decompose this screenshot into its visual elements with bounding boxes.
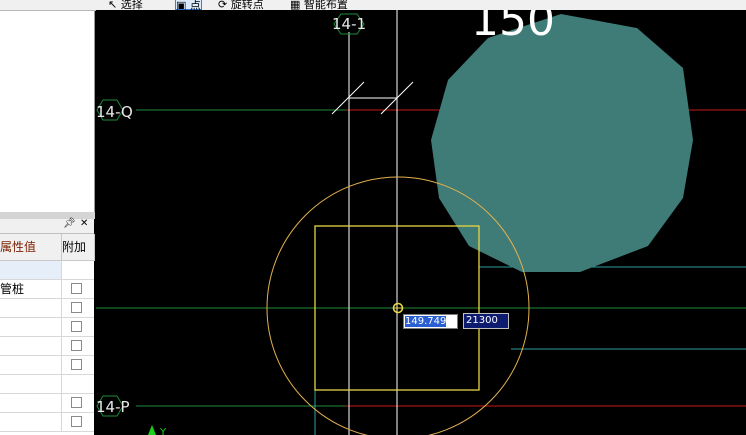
axis-label: 14-1 [332,15,366,33]
property-value[interactable] [0,337,62,355]
property-value[interactable] [0,299,62,317]
table-row[interactable] [0,413,94,432]
column-header-value: 属性值 [0,234,62,261]
axis-label: 14-P [96,398,130,416]
component-list-pane [0,10,95,212]
attach-checkbox[interactable] [71,302,82,313]
attach-checkbox[interactable] [71,283,82,294]
drawing-canvas[interactable]: 150 14-1 14-Q 14-P Y 149.749 21300 [96,10,746,435]
property-panel-header: 📌︎ ✕ [0,218,94,234]
pile-size-label-white: 150 [471,10,555,46]
property-value[interactable] [0,375,62,393]
table-row[interactable] [0,337,94,356]
svg-text:Y: Y [159,427,167,435]
property-value[interactable] [0,394,62,412]
close-icon[interactable]: ✕ [80,218,88,229]
dimension-input-length-value[interactable]: 149.749 [405,316,447,327]
pile-shape[interactable] [431,14,693,272]
axis-label: 14-Q [96,103,133,121]
cad-drawing[interactable]: 150 14-1 14-Q 14-P Y [96,10,746,435]
point-tool[interactable]: ▣ 点 [175,0,202,10]
table-row[interactable] [0,318,94,337]
table-row[interactable] [0,356,94,375]
attach-checkbox[interactable] [71,340,82,351]
table-row[interactable] [0,261,94,280]
attach-checkbox[interactable] [71,359,82,370]
pin-icon[interactable]: 📌︎ [63,218,76,229]
dimension-input-length[interactable]: 149.749 [403,314,458,329]
property-value[interactable]: 管桩 [0,280,62,298]
attach-checkbox[interactable] [71,397,82,408]
property-value[interactable] [0,356,62,374]
table-row[interactable] [0,394,94,413]
table-row[interactable] [0,299,94,318]
axis-marker-14-1: 14-1 [332,13,366,35]
property-value[interactable] [0,261,62,279]
attach-checkbox[interactable] [71,416,82,427]
dimension-input-elevation[interactable]: 21300 [463,313,509,329]
axis-marker-14-P: 14-P [96,395,130,417]
axis-marker-14-Q: 14-Q [96,99,133,121]
attach-checkbox[interactable] [71,321,82,332]
left-panel: 📌︎ ✕ 属性值 附加 管桩 [0,0,95,435]
table-row[interactable]: 管桩 [0,280,94,299]
property-value[interactable] [0,413,62,431]
column-header-attach: 附加 [62,234,95,261]
table-row[interactable] [0,375,94,394]
property-value[interactable] [0,318,62,336]
ucs-axis-icon: Y [148,425,167,435]
